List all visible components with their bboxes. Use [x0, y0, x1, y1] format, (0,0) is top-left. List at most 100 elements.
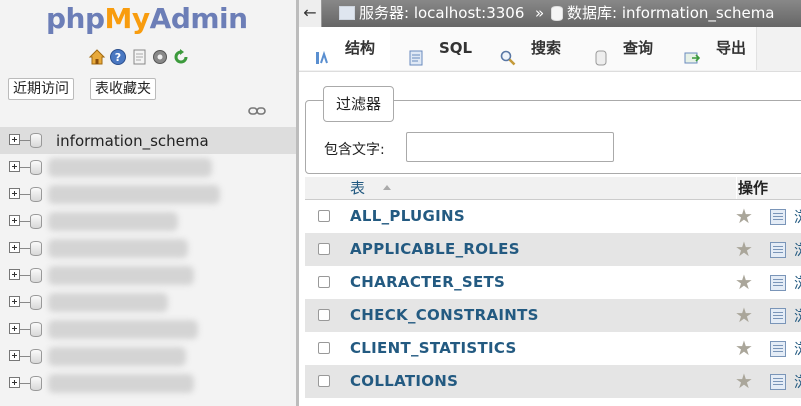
expand-icon[interactable]	[9, 188, 20, 199]
favorite-star-icon[interactable]: ★	[735, 272, 753, 292]
sort-ascending-icon[interactable]	[383, 185, 391, 190]
row-checkbox[interactable]	[318, 309, 330, 321]
table-name-link[interactable]: CHECK_CONSTRAINTS	[350, 306, 539, 324]
favorite-star-icon[interactable]: ★	[735, 371, 753, 391]
database-icon	[30, 349, 42, 364]
navigation-panel: phpMyAdmin ? 近期访问 表收藏夹 information_schem…	[0, 0, 296, 406]
docs-icon[interactable]	[130, 48, 148, 66]
database-icon	[30, 241, 42, 256]
tab-export[interactable]: 导出	[666, 27, 757, 70]
breadcrumb: ← 服务器: localhost:3306 » 数据库: information…	[299, 0, 801, 27]
browse-icon[interactable]	[770, 242, 786, 258]
link-with-main-panel-icon[interactable]	[248, 105, 266, 117]
filter-label: 包含文字:	[324, 142, 385, 158]
database-item[interactable]	[0, 154, 296, 181]
settings-icon[interactable]	[151, 48, 169, 66]
breadcrumb-separator: »	[535, 4, 545, 22]
expand-icon[interactable]	[9, 242, 20, 253]
expand-icon[interactable]	[9, 323, 20, 334]
redacted-database-name	[48, 293, 168, 312]
expand-icon[interactable]	[9, 377, 20, 388]
phpmyadmin-logo[interactable]: phpMyAdmin	[46, 2, 248, 35]
table-name-link[interactable]: APPLICABLE_ROLES	[350, 240, 520, 258]
database-item[interactable]: information_schema	[0, 127, 296, 154]
filter-input[interactable]	[406, 132, 614, 162]
tab-search[interactable]: 搜索	[483, 27, 576, 70]
favorite-star-icon[interactable]: ★	[735, 206, 753, 226]
database-item[interactable]	[0, 343, 296, 370]
breadcrumb-server[interactable]: 服务器: localhost:3306	[359, 0, 524, 27]
sql-icon	[408, 40, 424, 66]
database-icon	[30, 133, 42, 148]
home-icon[interactable]	[88, 48, 106, 66]
tab-query[interactable]: 查询	[575, 27, 667, 70]
reload-icon[interactable]	[172, 48, 190, 66]
expand-icon[interactable]	[9, 161, 20, 172]
structure-icon	[315, 40, 331, 64]
tab-bar: 结构 SQL 搜索 查询 导出	[299, 27, 801, 72]
database-item[interactable]	[0, 289, 296, 316]
database-icon	[30, 214, 42, 229]
database-icon	[30, 160, 42, 175]
redacted-database-name	[48, 320, 198, 339]
search-icon	[500, 40, 516, 66]
browse-action-label[interactable]: 浏	[794, 239, 801, 260]
back-arrow-icon[interactable]: ←	[299, 0, 322, 27]
filter-legend: 过滤器	[323, 86, 395, 122]
favorite-star-icon[interactable]: ★	[735, 305, 753, 325]
row-checkbox[interactable]	[318, 210, 330, 222]
browse-action-label[interactable]: 浏	[794, 305, 801, 326]
redacted-database-name	[48, 347, 186, 366]
expand-icon[interactable]	[9, 296, 20, 307]
browse-icon[interactable]	[770, 275, 786, 291]
expand-icon[interactable]	[9, 215, 20, 226]
expand-icon[interactable]	[9, 134, 20, 145]
row-checkbox[interactable]	[318, 243, 330, 255]
redacted-database-name	[48, 374, 194, 393]
browse-icon[interactable]	[770, 308, 786, 324]
tab-sql[interactable]: SQL	[390, 27, 484, 70]
svg-text:?: ?	[115, 51, 121, 64]
table-name-link[interactable]: CLIENT_STATISTICS	[350, 339, 517, 357]
database-item[interactable]	[0, 208, 296, 235]
row-checkbox[interactable]	[318, 375, 330, 387]
table-name-link[interactable]: COLLATIONS	[350, 372, 458, 390]
recent-tables-button[interactable]: 近期访问	[8, 78, 74, 100]
browse-action-label[interactable]: 浏	[794, 371, 801, 392]
row-checkbox[interactable]	[318, 276, 330, 288]
breadcrumb-database[interactable]: 数据库: information_schema	[567, 0, 775, 27]
browse-icon[interactable]	[770, 209, 786, 225]
table-row: CHECK_CONSTRAINTS ★ 浏	[305, 299, 801, 332]
table-row: APPLICABLE_ROLES ★ 浏	[305, 233, 801, 266]
column-header-table[interactable]: 表	[350, 177, 365, 199]
nav-icon-bar: ?	[88, 48, 190, 68]
row-checkbox[interactable]	[318, 342, 330, 354]
database-item[interactable]	[0, 370, 296, 397]
favorite-tables-button[interactable]: 表收藏夹	[90, 78, 156, 100]
browse-icon[interactable]	[770, 341, 786, 357]
export-icon	[684, 40, 701, 64]
browse-icon[interactable]	[770, 374, 786, 390]
expand-icon[interactable]	[9, 269, 20, 280]
browse-action-label[interactable]: 浏	[794, 206, 801, 227]
table-name-link[interactable]: ALL_PLUGINS	[350, 207, 465, 225]
redacted-database-name	[48, 239, 188, 258]
expand-icon[interactable]	[9, 350, 20, 361]
table-row: ALL_PLUGINS ★ 浏	[305, 200, 801, 233]
database-item[interactable]	[0, 235, 296, 262]
table-row: CLIENT_STATISTICS ★ 浏	[305, 332, 801, 365]
tab-structure[interactable]: 结构	[299, 27, 391, 70]
favorite-star-icon[interactable]: ★	[735, 239, 753, 259]
table-row: CHARACTER_SETS ★ 浏	[305, 266, 801, 299]
database-icon	[30, 322, 42, 337]
table-header-row: 表 操作	[305, 177, 801, 200]
database-item[interactable]	[0, 316, 296, 343]
table-name-link[interactable]: CHARACTER_SETS	[350, 273, 505, 291]
database-item[interactable]	[0, 262, 296, 289]
browse-action-label[interactable]: 浏	[794, 338, 801, 359]
database-icon	[551, 6, 563, 21]
browse-action-label[interactable]: 浏	[794, 272, 801, 293]
favorite-star-icon[interactable]: ★	[735, 338, 753, 358]
database-item[interactable]	[0, 181, 296, 208]
help-icon[interactable]: ?	[109, 48, 127, 66]
